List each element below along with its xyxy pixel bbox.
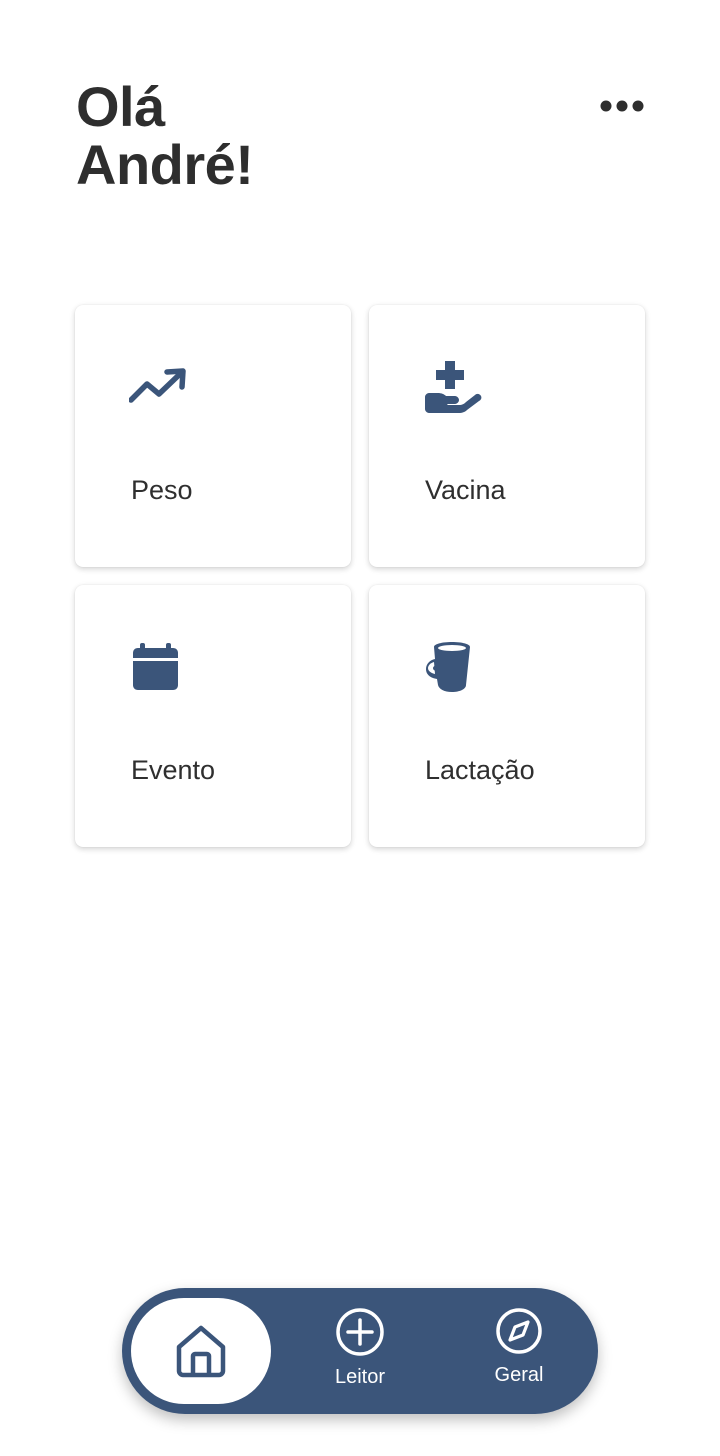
nav-geral-label: Geral [494, 1364, 544, 1386]
home-icon [176, 1325, 226, 1378]
trending-up-icon [129, 368, 186, 403]
bucket-icon [426, 642, 470, 692]
card-label-evento: Evento [131, 755, 216, 785]
nav-leitor-button[interactable]: Leitor [305, 1306, 415, 1402]
card-label-vacina: Vacina [425, 475, 506, 505]
card-label-lactacao: Lactação [425, 755, 535, 785]
nav-leitor-label: Leitor [334, 1366, 386, 1388]
card-label-peso: Peso [131, 475, 193, 505]
greeting-line-1: Olá [76, 75, 165, 138]
card-evento[interactable]: Evento [75, 585, 351, 847]
greeting-line-2: André! [76, 133, 254, 196]
card-lactacao[interactable]: Lactação [369, 585, 645, 847]
home-screen: Olá André! Peso Vacina Evento Lactação L… [0, 0, 720, 1456]
compass-icon [496, 1308, 542, 1354]
greeting-title: Olá André! [76, 75, 254, 196]
plus-circle-icon [336, 1308, 384, 1356]
feature-grid: Peso Vacina Evento Lactação [75, 305, 645, 847]
bottom-navigation: Leitor Geral [122, 1288, 598, 1414]
card-peso[interactable]: Peso [75, 305, 351, 567]
hand-holding-medical-icon [425, 361, 482, 413]
card-vacina[interactable]: Vacina [369, 305, 645, 567]
nav-home-button[interactable] [131, 1298, 271, 1404]
nav-geral-button[interactable]: Geral [464, 1306, 574, 1402]
more-horizontal-icon [600, 100, 644, 112]
more-options-button[interactable] [596, 90, 648, 122]
calendar-icon [133, 643, 178, 690]
